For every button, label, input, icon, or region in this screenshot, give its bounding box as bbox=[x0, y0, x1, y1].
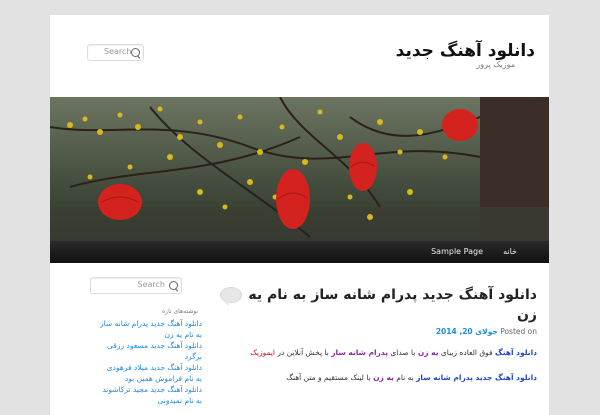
main-navigation: خانه Sample Page bbox=[50, 241, 549, 263]
post-link[interactable]: دانلود آهنگ جدید پدرام شانه ساز bbox=[416, 373, 537, 382]
comment-bubble-icon[interactable] bbox=[220, 287, 242, 306]
search-icon[interactable] bbox=[169, 281, 178, 290]
recent-post-link[interactable]: دانلود آهنگ جدید مسعود رزقی bbox=[80, 340, 202, 351]
posted-on-label: Posted on bbox=[500, 327, 537, 336]
header-search-input[interactable]: Search bbox=[87, 44, 144, 61]
search-icon[interactable] bbox=[131, 48, 140, 57]
post-text: با پخش آنلاین در bbox=[275, 348, 332, 357]
post-meta: Posted on جولای 20, 2014 bbox=[436, 327, 537, 336]
sidebar-search-placeholder: Search bbox=[137, 280, 165, 289]
sidebar-search-input[interactable]: Search bbox=[90, 277, 182, 294]
page-container: دانلود آهنگ جدید موزیک پرور Search خانه … bbox=[50, 15, 549, 415]
header-search-placeholder: Search bbox=[104, 47, 132, 56]
post-link[interactable]: پدرام شانه ساز bbox=[331, 348, 388, 357]
recent-post-link[interactable]: به نام یه زن bbox=[80, 329, 202, 340]
post-text: به نام bbox=[393, 373, 417, 382]
recent-posts-list: دانلود آهنگ جدید پدرام شانه ساز به نام ی… bbox=[80, 318, 202, 406]
post-date-link[interactable]: جولای 20, 2014 bbox=[436, 327, 498, 336]
post-text: با لینک مستقیم و متن آهنگ bbox=[286, 373, 374, 382]
recent-post-link[interactable]: دانلود آهنگ جدید میلاد فرهودی bbox=[80, 362, 202, 373]
post-text: فوق العاده زیبای bbox=[438, 348, 496, 357]
site-title[interactable]: دانلود آهنگ جدید bbox=[396, 41, 535, 61]
recent-post-link[interactable]: دانلود آهنگ جدید مجید ترکاشوند bbox=[80, 384, 202, 395]
post-link[interactable]: دانلود آهنگ bbox=[495, 348, 537, 357]
header-banner-image bbox=[50, 97, 549, 241]
recent-post-link[interactable]: دانلود آهنگ جدید پدرام شانه ساز bbox=[80, 318, 202, 329]
post-link[interactable]: یه زن bbox=[373, 373, 394, 382]
recent-post-link[interactable]: به نام فراموش همین بود bbox=[80, 373, 202, 384]
post-link[interactable]: یه زن bbox=[418, 348, 439, 357]
recent-posts-heading: نوشته‌های تازه bbox=[162, 308, 198, 315]
banner-illustration bbox=[50, 97, 549, 241]
post-paragraph: دانلود آهنگ فوق العاده زیبای یه زن با صد… bbox=[217, 348, 537, 357]
nav-item-sample-page[interactable]: Sample Page bbox=[431, 247, 483, 256]
recent-post-link[interactable]: برگرد bbox=[80, 351, 202, 362]
site-description: موزیک پرور bbox=[476, 60, 515, 69]
post-title[interactable]: دانلود آهنگ جدید پدرام شانه ساز به نام ی… bbox=[247, 285, 537, 325]
post-text: با صدای bbox=[388, 348, 418, 357]
post-paragraph: دانلود آهنگ جدید پدرام شانه ساز به نام ی… bbox=[217, 373, 537, 382]
nav-item-home[interactable]: خانه bbox=[503, 247, 517, 256]
recent-post-link[interactable]: به نام نمیدونی bbox=[80, 395, 202, 406]
post-link[interactable]: ایموزیک bbox=[250, 348, 275, 357]
